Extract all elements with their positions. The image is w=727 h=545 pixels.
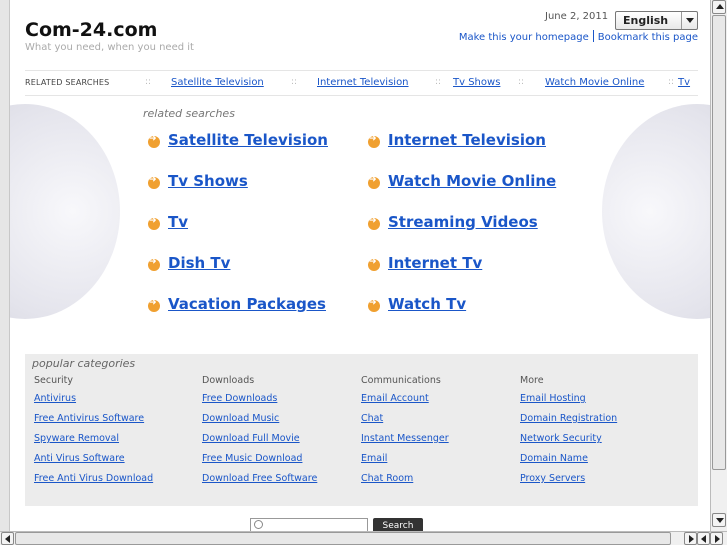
- top-links: Make this your homepage Bookmark this pag…: [459, 30, 698, 43]
- category-link[interactable]: Email Account: [361, 393, 449, 406]
- site-title[interactable]: Com-24.com: [25, 19, 157, 41]
- arrow-icon: [148, 257, 160, 271]
- horizontal-scroll-thumb[interactable]: [15, 532, 671, 545]
- arrow-icon: [148, 298, 160, 312]
- category-link[interactable]: Chat: [361, 413, 449, 426]
- window-left-edge: [0, 0, 10, 531]
- category-link[interactable]: Email Hosting: [520, 393, 617, 406]
- vertical-scroll-thumb[interactable]: [712, 15, 726, 470]
- bar-link[interactable]: Internet Television: [317, 77, 409, 88]
- page-viewport: Com-24.com What you need, when you need …: [10, 0, 710, 531]
- related-link[interactable]: Internet Television: [388, 131, 546, 149]
- related-link[interactable]: Internet Tv: [388, 254, 482, 272]
- category-link[interactable]: Domain Registration: [520, 413, 617, 426]
- bar-link[interactable]: Watch Movie Online: [545, 77, 644, 88]
- bar-link[interactable]: Satellite Television: [171, 77, 264, 88]
- bookmark-link[interactable]: Bookmark this page: [598, 32, 698, 43]
- category-link[interactable]: Free Antivirus Software: [34, 413, 153, 426]
- category-link[interactable]: Download Music: [202, 413, 317, 426]
- separator: ::: [435, 77, 442, 87]
- bar-link[interactable]: Tv Shows: [453, 77, 500, 88]
- decorative-sphere-left: [10, 104, 120, 319]
- arrow-icon: [368, 298, 380, 312]
- category-link[interactable]: Chat Room: [361, 473, 449, 486]
- site-tagline: What you need, when you need it: [25, 42, 194, 53]
- category-column-communications: Communications Email Account Chat Instan…: [361, 375, 449, 493]
- chevron-down-icon[interactable]: [681, 12, 697, 29]
- related-link[interactable]: Watch Tv: [388, 295, 466, 313]
- arrow-icon: [148, 175, 160, 189]
- related-link[interactable]: Watch Movie Online: [388, 172, 556, 190]
- popular-categories-heading: popular categories: [32, 357, 136, 370]
- category-title: Communications: [361, 375, 441, 386]
- date-text: June 2, 2011: [545, 11, 609, 22]
- related-link[interactable]: Streaming Videos: [388, 213, 538, 231]
- related-link[interactable]: Vacation Packages: [168, 295, 326, 313]
- link-divider: [592, 30, 594, 42]
- category-title: More: [520, 375, 544, 386]
- separator: ::: [291, 77, 298, 87]
- category-column-more: More Email Hosting Domain Registration N…: [520, 375, 617, 493]
- arrow-icon: [368, 216, 380, 230]
- search-button[interactable]: Search: [373, 518, 423, 531]
- category-link[interactable]: Free Anti Virus Download: [34, 473, 153, 486]
- bar-link[interactable]: Tv: [678, 77, 690, 88]
- horizontal-scrollbar[interactable]: [0, 531, 727, 545]
- separator: ::: [518, 77, 525, 87]
- arrow-icon: [148, 216, 160, 230]
- related-link[interactable]: Tv: [168, 213, 188, 231]
- related-link[interactable]: Satellite Television: [168, 131, 328, 149]
- category-column-downloads: Downloads Free Downloads Download Music …: [202, 375, 317, 493]
- language-select[interactable]: English: [615, 11, 698, 30]
- related-link[interactable]: Tv Shows: [168, 172, 248, 190]
- category-title: Downloads: [202, 375, 255, 386]
- scroll-right-icon[interactable]: [710, 532, 723, 545]
- category-link[interactable]: Instant Messenger: [361, 433, 449, 446]
- related-searches-bar: RELATED SEARCHES :: Satellite Television…: [25, 70, 698, 96]
- category-link[interactable]: Proxy Servers: [520, 473, 617, 486]
- search-input[interactable]: [250, 518, 368, 531]
- category-link[interactable]: Antivirus: [34, 393, 153, 406]
- scroll-right-icon[interactable]: [684, 532, 697, 545]
- separator: ::: [668, 77, 675, 87]
- related-link[interactable]: Dish Tv: [168, 254, 230, 272]
- category-title: Security: [34, 375, 74, 386]
- scroll-down-icon[interactable]: [712, 513, 726, 527]
- arrow-icon: [368, 134, 380, 148]
- popular-categories-box: popular categories Security Antivirus Fr…: [25, 354, 698, 506]
- category-column-security: Security Antivirus Free Antivirus Softwa…: [34, 375, 153, 493]
- related-searches-label: RELATED SEARCHES: [25, 78, 110, 87]
- language-value: English: [623, 14, 669, 27]
- arrow-icon: [368, 257, 380, 271]
- scroll-left-icon[interactable]: [697, 532, 710, 545]
- category-link[interactable]: Domain Name: [520, 453, 617, 466]
- vertical-scrollbar[interactable]: [710, 0, 727, 531]
- category-link[interactable]: Anti Virus Software: [34, 453, 153, 466]
- arrow-icon: [368, 175, 380, 189]
- category-link[interactable]: Free Music Download: [202, 453, 317, 466]
- category-link[interactable]: Spyware Removal: [34, 433, 153, 446]
- category-link[interactable]: Download Free Software: [202, 473, 317, 486]
- decorative-sphere-right: [602, 104, 710, 319]
- scroll-up-icon[interactable]: [712, 0, 726, 14]
- category-link[interactable]: Download Full Movie: [202, 433, 317, 446]
- arrow-icon: [148, 134, 160, 148]
- make-homepage-link[interactable]: Make this your homepage: [459, 32, 589, 43]
- related-searches-heading: related searches: [143, 107, 235, 120]
- search-icon: [254, 520, 263, 529]
- separator: ::: [145, 77, 152, 87]
- category-link[interactable]: Network Security: [520, 433, 617, 446]
- category-link[interactable]: Email: [361, 453, 449, 466]
- scroll-left-icon[interactable]: [1, 532, 14, 545]
- category-link[interactable]: Free Downloads: [202, 393, 317, 406]
